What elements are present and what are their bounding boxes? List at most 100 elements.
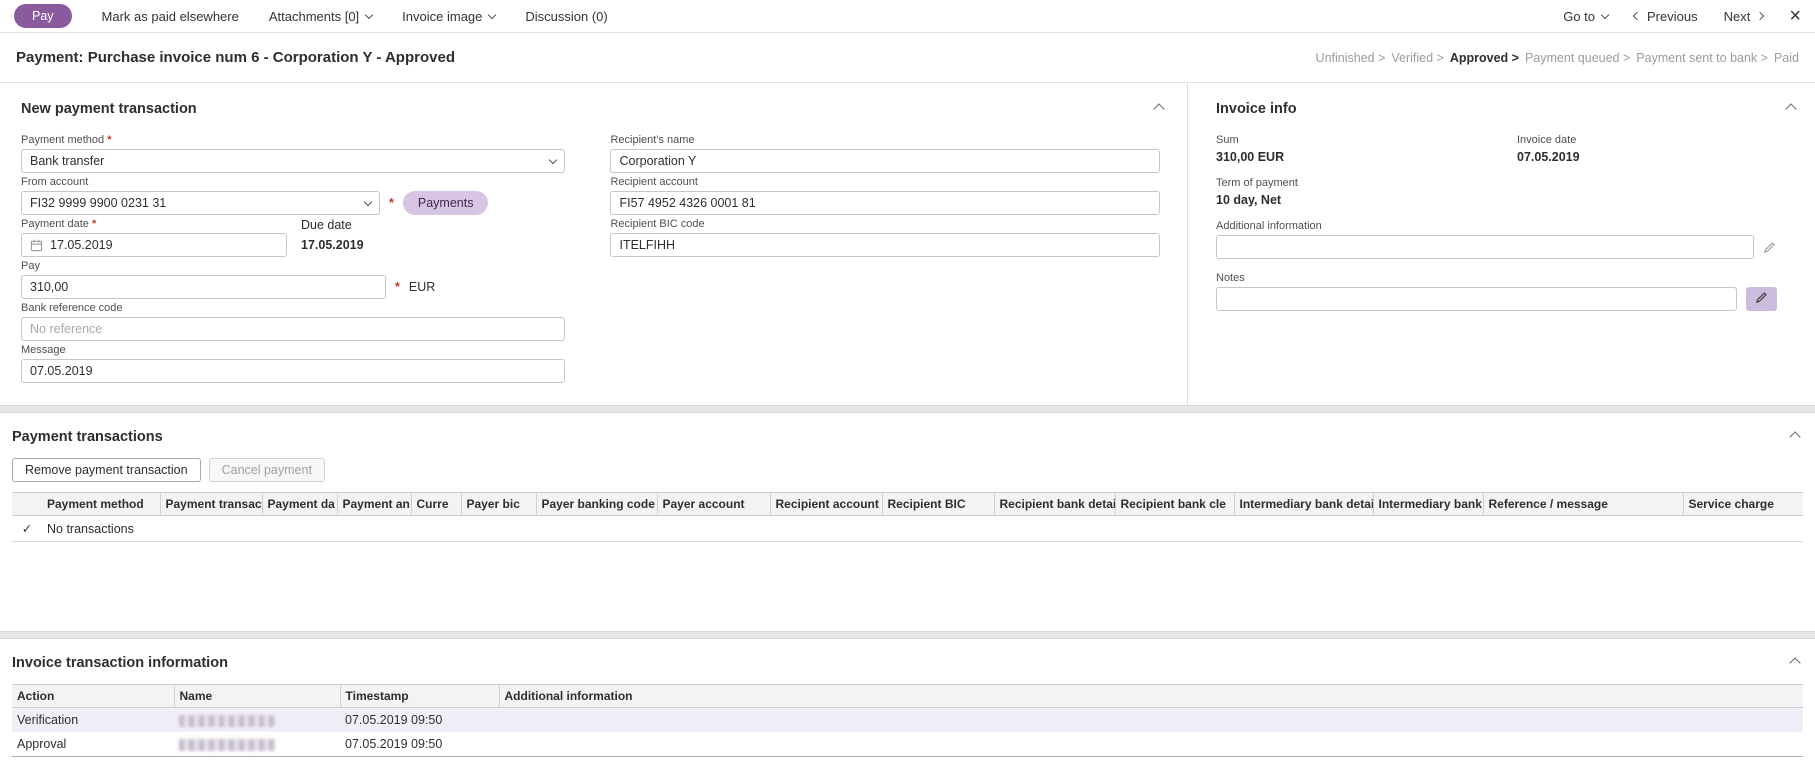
attachments-label: Attachments [0] bbox=[268, 8, 360, 24]
message-input[interactable] bbox=[21, 359, 565, 383]
payment-method-value: Bank transfer bbox=[30, 154, 105, 168]
column-header: Recipient BIC bbox=[881, 492, 994, 516]
from-account-value: FI32 9999 9900 0231 31 bbox=[30, 196, 167, 210]
payments-button[interactable]: Payments bbox=[402, 191, 489, 215]
cancel-payment-button: Cancel payment bbox=[208, 458, 325, 482]
next-button[interactable]: Next bbox=[1723, 8, 1765, 24]
no-transactions-row: ✓ No transactions bbox=[12, 515, 1803, 542]
payment-transactions-header-row: Payment method Payment transacti Payment d… bbox=[12, 492, 1803, 516]
invoice-transaction-collapse-button[interactable] bbox=[1787, 651, 1803, 674]
payment-transactions-title: Payment transactions bbox=[12, 428, 163, 445]
column-header: Payer banking code bbox=[535, 492, 657, 516]
payment-method-label: Payment method * bbox=[21, 134, 112, 146]
mark-as-paid-label: Mark as paid elsewhere bbox=[101, 8, 239, 24]
no-transactions-text: No transactions bbox=[42, 515, 1803, 542]
recipient-bic-input[interactable] bbox=[610, 233, 1161, 257]
section-divider bbox=[0, 631, 1815, 639]
notes-edit-button[interactable] bbox=[1746, 287, 1777, 311]
required-asterisk: * bbox=[389, 196, 394, 210]
edit-pencil-icon[interactable] bbox=[1763, 241, 1776, 254]
previous-label: Previous bbox=[1647, 8, 1698, 24]
action-cell: Approval bbox=[17, 737, 67, 751]
recipient-name-label: Recipient's name bbox=[610, 134, 695, 146]
calendar-icon bbox=[30, 239, 43, 252]
invoice-info-collapse-button[interactable] bbox=[1783, 97, 1799, 120]
bank-reference-input[interactable] bbox=[21, 317, 565, 341]
additional-information-input[interactable] bbox=[1216, 235, 1754, 259]
pay-amount-label: Pay bbox=[21, 260, 40, 272]
payment-transactions-table: Payment method Payment transacti Payment d… bbox=[12, 492, 1803, 542]
invoice-image-button[interactable]: Invoice image bbox=[402, 8, 497, 24]
column-header: Payment transacti bbox=[159, 492, 262, 516]
title-bar: Payment: Purchase invoice num 6 - Corpor… bbox=[0, 33, 1815, 83]
invoice-info-title: Invoice info bbox=[1216, 100, 1297, 117]
payment-transactions-collapse-button[interactable] bbox=[1787, 425, 1803, 448]
column-header: Recipient bank cle bbox=[1114, 492, 1234, 516]
goto-button[interactable]: Go to bbox=[1563, 9, 1610, 24]
select-column-header bbox=[12, 492, 42, 516]
chevron-up-icon bbox=[1785, 103, 1797, 115]
sum-label: Sum bbox=[1216, 134, 1239, 146]
discussion-label: Discussion (0) bbox=[525, 8, 608, 24]
from-account-select[interactable]: FI32 9999 9900 0231 31 bbox=[21, 191, 380, 215]
top-toolbar: Pay Mark as paid elsewhere Attachments [… bbox=[0, 0, 1815, 33]
chevron-down-icon bbox=[1600, 10, 1610, 19]
column-header: Payment method bbox=[42, 492, 160, 516]
payment-method-select[interactable]: Bank transfer bbox=[21, 149, 565, 173]
payment-date-label: Payment date * bbox=[21, 218, 97, 230]
column-header: Curre bbox=[410, 492, 461, 516]
chevron-down-icon bbox=[488, 10, 497, 19]
chevron-down-icon bbox=[364, 10, 374, 19]
status-step-payment-sent: Payment sent to bank > bbox=[1636, 50, 1768, 65]
notes-input[interactable] bbox=[1216, 287, 1737, 311]
redacted-name bbox=[179, 738, 275, 751]
timestamp-cell: 07.05.2019 09:50 bbox=[345, 737, 443, 751]
required-asterisk: * bbox=[91, 218, 97, 230]
column-header: Action bbox=[12, 684, 174, 708]
previous-button[interactable]: Previous bbox=[1632, 8, 1698, 24]
chevron-down-icon bbox=[363, 197, 373, 206]
additional-information-cell bbox=[499, 732, 1803, 757]
discussion-button[interactable]: Discussion (0) bbox=[525, 9, 607, 24]
payment-transactions-section: Payment transactions Remove payment tran… bbox=[0, 413, 1815, 631]
message-label: Message bbox=[21, 344, 66, 356]
column-header: Recipient bank details bbox=[993, 492, 1115, 516]
additional-information-cell bbox=[499, 708, 1803, 733]
payment-date-value: 17.05.2019 bbox=[50, 238, 113, 252]
bank-reference-label: Bank reference code bbox=[21, 302, 123, 314]
column-header: Payment da bbox=[261, 492, 337, 516]
table-row: Approval 07.05.2019 09:50 bbox=[12, 732, 1803, 757]
redacted-name bbox=[179, 714, 275, 727]
new-payment-title: New payment transaction bbox=[21, 100, 197, 117]
edit-pencil-icon bbox=[1755, 291, 1768, 307]
invoice-info-panel: Invoice info Sum 310,00 EUR Term of paym… bbox=[1188, 83, 1815, 405]
additional-information-label: Additional information bbox=[1216, 220, 1322, 232]
chevron-left-icon bbox=[1632, 11, 1642, 21]
attachments-button[interactable]: Attachments [0] bbox=[268, 8, 374, 24]
pay-button[interactable]: Pay bbox=[14, 4, 72, 28]
recipient-account-input[interactable] bbox=[610, 191, 1161, 215]
chevron-up-icon bbox=[1789, 431, 1801, 443]
invoice-transaction-title: Invoice transaction information bbox=[12, 654, 228, 671]
column-header: Reference / message bbox=[1482, 492, 1683, 516]
pay-amount-input[interactable] bbox=[21, 275, 386, 299]
next-label: Next bbox=[1723, 8, 1751, 24]
column-header: Service charge bbox=[1682, 492, 1803, 516]
due-date-label: Due date bbox=[301, 218, 352, 232]
toolbar-right-group: Go to Previous Next × bbox=[1563, 6, 1801, 26]
invoice-image-label: Invoice image bbox=[402, 8, 483, 24]
new-payment-panel: New payment transaction Payment method *… bbox=[0, 83, 1188, 405]
term-of-payment-label: Term of payment bbox=[1216, 177, 1298, 189]
invoice-transaction-section: Invoice transaction information Action Na… bbox=[0, 639, 1815, 762]
new-payment-collapse-button[interactable] bbox=[1151, 97, 1167, 120]
recipient-name-input[interactable] bbox=[610, 149, 1161, 173]
invoice-date-label: Invoice date bbox=[1517, 134, 1577, 146]
payment-date-input[interactable]: 17.05.2019 bbox=[21, 233, 287, 257]
mark-as-paid-button[interactable]: Mark as paid elsewhere bbox=[102, 9, 239, 24]
due-date-value: 17.05.2019 bbox=[301, 238, 364, 252]
remove-payment-transaction-button[interactable]: Remove payment transaction bbox=[12, 458, 201, 482]
close-button[interactable]: × bbox=[1789, 6, 1801, 26]
column-header: Intermediary bank details bbox=[1233, 492, 1373, 516]
notes-label: Notes bbox=[1216, 272, 1245, 284]
timestamp-cell: 07.05.2019 09:50 bbox=[345, 713, 443, 727]
